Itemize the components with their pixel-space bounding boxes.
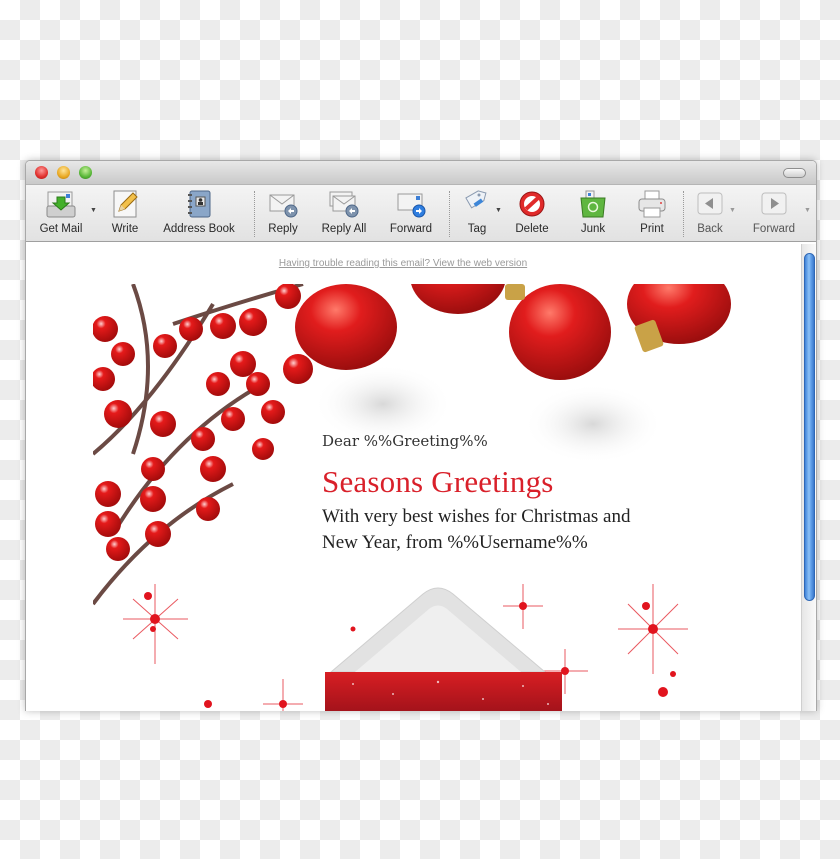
back-button[interactable]: Back: [691, 189, 729, 239]
message-body: Having trouble reading this email? View …: [26, 244, 816, 711]
tag-label: Tag: [467, 223, 487, 235]
wishes-line-1: With very best wishes for Christmas and: [322, 506, 631, 527]
tag-menu-arrow[interactable]: ▼: [495, 207, 502, 214]
get-mail-menu-arrow[interactable]: ▼: [90, 207, 97, 214]
zoom-window-button[interactable]: [79, 166, 92, 179]
tag-button[interactable]: Tag: [459, 189, 495, 239]
printer-icon: [636, 189, 668, 219]
mail-window: Get Mail ▼ Write Address Book Reply Repl…: [25, 160, 817, 711]
pencil-icon: [109, 189, 141, 219]
toolbar-separator: [683, 191, 684, 237]
toggle-toolbar-button[interactable]: [783, 168, 806, 178]
delete-button[interactable]: Delete: [510, 189, 554, 239]
reply-all-label: Reply All: [321, 223, 367, 235]
back-menu-arrow[interactable]: ▼: [729, 207, 736, 214]
back-label: Back: [697, 223, 723, 235]
reply-envelope-icon: [267, 189, 299, 219]
title-bar[interactable]: [26, 161, 816, 185]
card-message: Dear %%Greeting%% Seasons Greetings With…: [322, 432, 630, 556]
toolbar: Get Mail ▼ Write Address Book Reply Repl…: [26, 185, 816, 242]
nav-forward-label: Forward: [752, 223, 796, 235]
address-book-icon: [183, 189, 215, 219]
inbox-download-icon: [45, 189, 77, 219]
nav-forward-button[interactable]: Forward: [748, 189, 800, 239]
card-headline: Seasons Greetings: [322, 464, 554, 499]
forward-label: Forward: [389, 223, 433, 235]
wishes-line-2: New Year, from %%Username%%: [322, 532, 588, 553]
print-button[interactable]: Print: [634, 189, 670, 239]
reply-all-button[interactable]: Reply All: [316, 189, 372, 239]
reply-button[interactable]: Reply: [262, 189, 304, 239]
close-window-button[interactable]: [35, 166, 48, 179]
get-mail-label: Get Mail: [39, 223, 83, 235]
vertical-scrollbar[interactable]: [801, 244, 816, 711]
forward-envelope-icon: [395, 189, 427, 219]
tag-icon: [461, 189, 493, 219]
write-button[interactable]: Write: [106, 189, 144, 239]
address-book-button[interactable]: Address Book: [156, 189, 242, 239]
minimize-window-button[interactable]: [57, 166, 70, 179]
get-mail-button[interactable]: Get Mail: [34, 189, 88, 239]
greeting-card-image: Dear %%Greeting%% Seasons Greetings With…: [93, 284, 733, 711]
scrollbar-thumb[interactable]: [804, 253, 815, 601]
no-entry-icon: [516, 189, 548, 219]
toolbar-separator: [254, 191, 255, 237]
arrow-left-icon: [694, 189, 726, 219]
recycle-bin-icon: [577, 189, 609, 219]
write-label: Write: [111, 223, 139, 235]
nav-forward-menu-arrow[interactable]: ▼: [804, 207, 811, 214]
print-label: Print: [640, 223, 664, 235]
reply-label: Reply: [268, 223, 298, 235]
junk-label: Junk: [580, 223, 606, 235]
address-book-label: Address Book: [163, 223, 235, 235]
forward-button[interactable]: Forward: [384, 189, 438, 239]
toolbar-separator: [449, 191, 450, 237]
greeting-line: Dear %%Greeting%%: [322, 432, 488, 450]
reply-all-envelope-icon: [328, 189, 360, 219]
delete-label: Delete: [515, 223, 549, 235]
arrow-right-icon: [758, 189, 790, 219]
junk-button[interactable]: Junk: [575, 189, 611, 239]
web-version-link[interactable]: Having trouble reading this email? View …: [26, 258, 780, 269]
